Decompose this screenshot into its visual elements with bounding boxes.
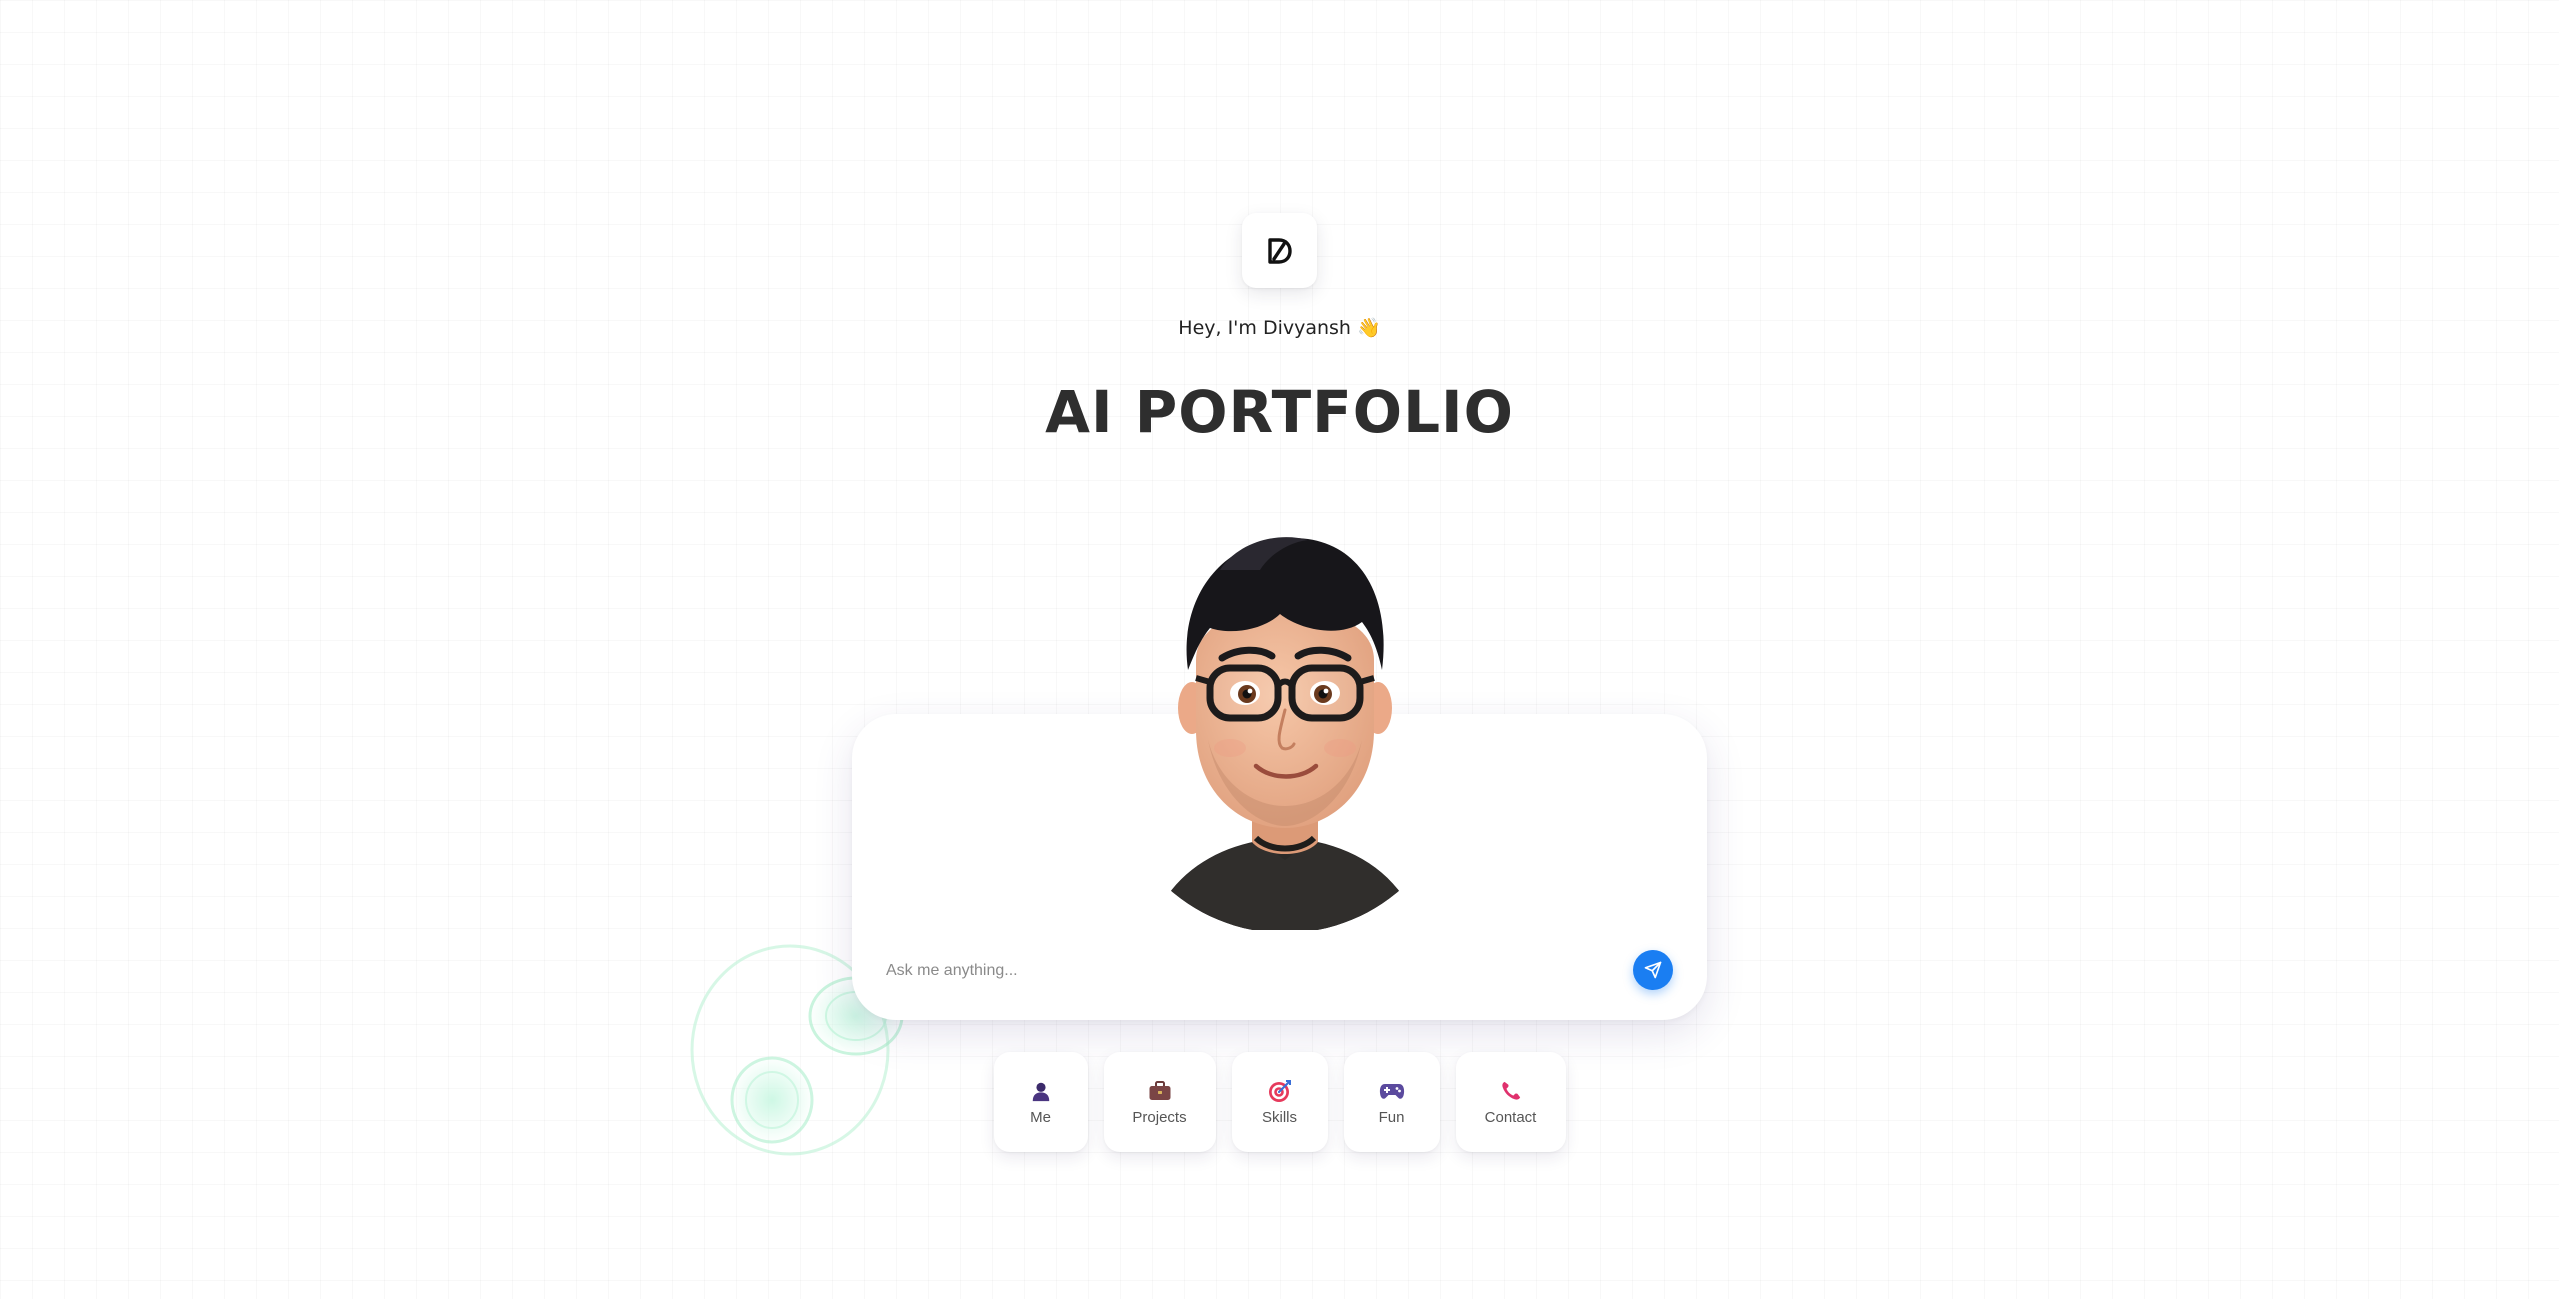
briefcase-icon [1147, 1078, 1173, 1104]
quick-action-me-button[interactable]: Me [993, 1052, 1088, 1152]
paper-plane-icon [1644, 961, 1662, 979]
quick-action-label: Fun [1378, 1109, 1405, 1126]
greeting-text: Hey, I'm Divyansh [1178, 317, 1351, 339]
avatar [1150, 537, 1420, 930]
quick-action-label: Me [1030, 1109, 1051, 1126]
d-monogram-logo-icon [1267, 237, 1292, 264]
send-button[interactable] [1633, 950, 1673, 990]
quick-action-label: Projects [1132, 1109, 1187, 1126]
quick-action-label: Contact [1484, 1109, 1537, 1126]
quick-action-label: Skills [1261, 1109, 1297, 1126]
gamepad-icon [1379, 1078, 1405, 1104]
target-icon [1267, 1078, 1293, 1104]
page-title: AI PORTFOLIO [1045, 378, 1514, 446]
portfolio-page: Hey, I'm Divyansh 👋 AI PORTFOLIO Ask me … [0, 0, 2559, 1299]
phone-icon [1498, 1078, 1524, 1104]
person-icon [1028, 1078, 1054, 1104]
quick-actions: Me Projects Skills Fun Contact [0, 1052, 2559, 1152]
quick-action-contact-button[interactable]: Contact [1455, 1052, 1566, 1152]
wave-emoji-icon: 👋 [1357, 317, 1381, 339]
quick-action-projects-button[interactable]: Projects [1103, 1052, 1216, 1152]
quick-action-skills-button[interactable]: Skills [1231, 1052, 1328, 1152]
logo-tile[interactable] [1242, 213, 1317, 288]
greeting-line: Hey, I'm Divyansh 👋 [0, 316, 2559, 339]
chat-input[interactable] [884, 952, 1608, 990]
quick-action-fun-button[interactable]: Fun [1343, 1052, 1440, 1152]
